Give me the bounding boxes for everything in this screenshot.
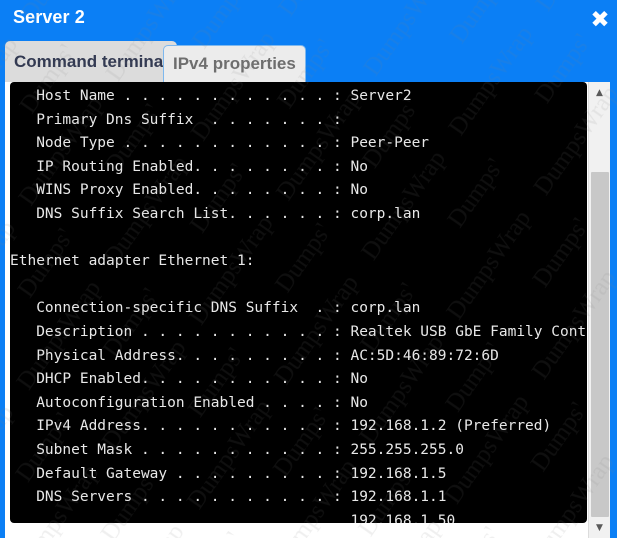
window-titlebar: Server 2 ✖	[0, 0, 617, 39]
tab-command-terminal-label: Command terminal	[14, 52, 168, 72]
command-terminal-console[interactable]: Host Name . . . . . . . . . . . . : Serv…	[10, 82, 587, 523]
tab-ipv4-properties[interactable]: IPv4 properties	[163, 45, 306, 82]
scroll-down-arrow-icon[interactable]: ▼	[589, 519, 610, 536]
tab-ipv4-properties-label: IPv4 properties	[173, 54, 296, 74]
server-terminal-modal: Server 2 ✖ Command terminal IPv4 propert…	[0, 0, 617, 538]
window-title: Server 2	[13, 7, 85, 28]
window-left-edge	[0, 0, 5, 538]
close-icon[interactable]: ✖	[588, 8, 612, 32]
tab-strip: Command terminal IPv4 properties	[0, 39, 617, 82]
terminal-scrollbar[interactable]: ▲ ▼	[588, 82, 610, 538]
scrollbar-thumb[interactable]	[591, 172, 609, 517]
window-right-edge	[610, 0, 617, 538]
tab-command-terminal[interactable]: Command terminal	[5, 41, 177, 82]
terminal-output-text: Host Name . . . . . . . . . . . . : Serv…	[10, 85, 587, 523]
scroll-up-arrow-icon[interactable]: ▲	[589, 84, 610, 101]
